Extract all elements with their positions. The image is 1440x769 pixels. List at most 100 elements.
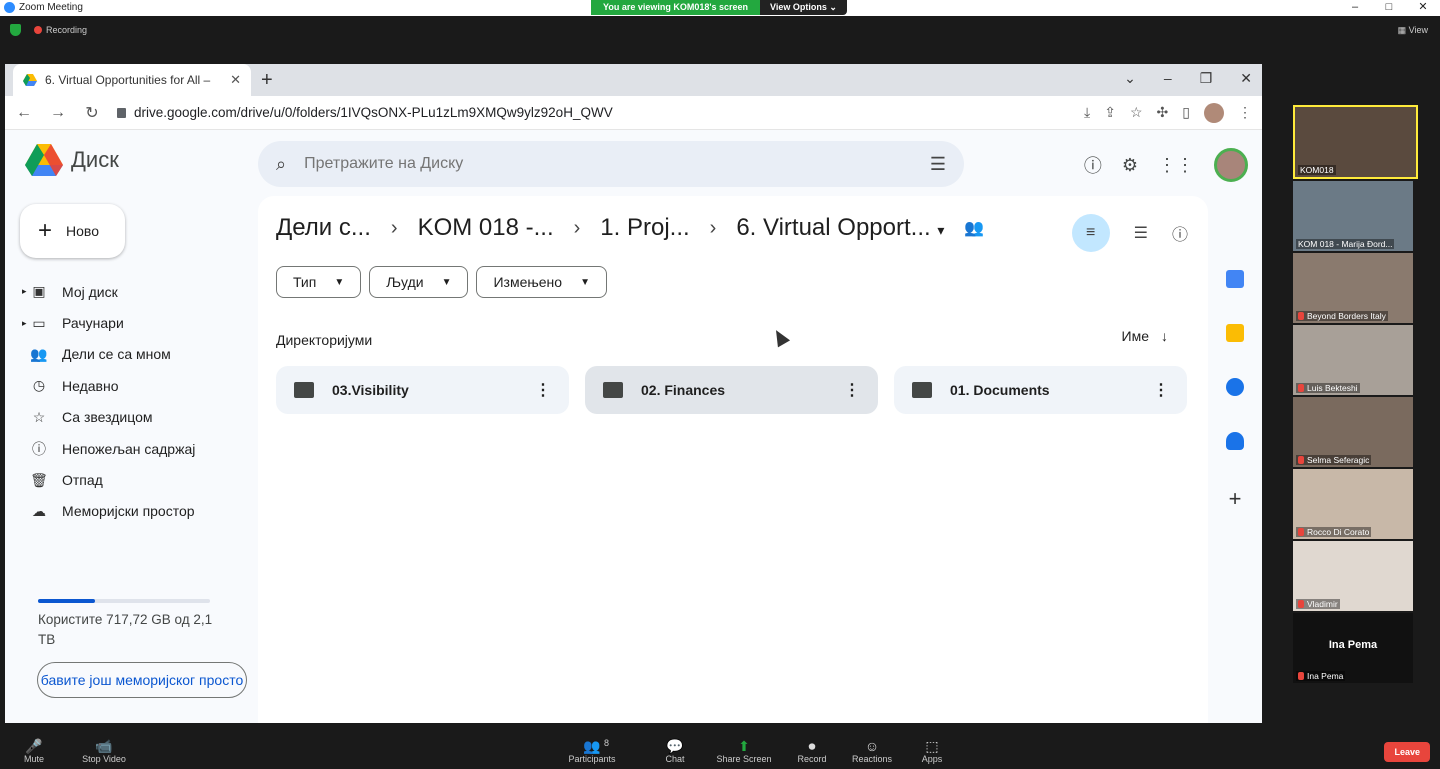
folder-item[interactable]: 02. Finances ⋮ <box>585 366 878 414</box>
close-window-button[interactable]: ✕ <box>1406 0 1440 14</box>
participant-video-tile[interactable]: KOM 018 - Marija Đord... <box>1293 181 1413 251</box>
filter-icon[interactable]: ≡ <box>1071 214 1110 252</box>
shared-folder-icon <box>294 382 314 398</box>
keep-icon[interactable] <box>1226 324 1244 342</box>
browser-close-button[interactable]: ✕ <box>1240 70 1252 87</box>
contacts-icon[interactable] <box>1226 432 1244 450</box>
extensions-puzzle-icon[interactable]: ✣ <box>1157 104 1169 121</box>
expand-arrow-icon[interactable]: ▸ <box>22 318 27 329</box>
mute-button[interactable]: 🎤 Mute <box>4 738 64 764</box>
drive-search-bar[interactable]: ⌕ ☰ <box>258 141 964 187</box>
record-button[interactable]: ⏺ Record <box>782 738 842 764</box>
folder-item[interactable]: 03.Visibility ⋮ <box>276 366 569 414</box>
view-button[interactable]: ▦ View <box>1398 25 1428 36</box>
sidebar-item[interactable]: ☁ Меморијски простор <box>30 496 250 527</box>
apps-grid-icon[interactable]: ⋮⋮ <box>1158 155 1194 176</box>
sidebar-item[interactable]: ⓘ Непожељан садржај <box>30 433 250 464</box>
recording-indicator[interactable]: Recording <box>34 25 87 35</box>
search-options-icon[interactable]: ☰ <box>930 154 946 175</box>
maximize-button[interactable]: □ <box>1372 0 1406 14</box>
modified-filter-chip[interactable]: Измењено ▼ <box>476 266 607 298</box>
profile-avatar[interactable] <box>1204 102 1224 123</box>
view-options-button[interactable]: View Options ⌄ <box>760 0 847 15</box>
account-avatar[interactable] <box>1214 148 1248 182</box>
more-options-icon[interactable]: ⋮ <box>535 380 551 400</box>
toolbar-button-label: Chat <box>665 754 685 764</box>
sidebar-item-label: Недавно <box>62 377 119 394</box>
search-input[interactable] <box>304 155 912 173</box>
participant-video-tile[interactable]: Ina Pema Ina Pema <box>1293 613 1413 683</box>
people-filter-chip[interactable]: Људи ▼ <box>369 266 469 298</box>
folder-item[interactable]: 01. Documents ⋮ <box>894 366 1187 414</box>
participant-name-label: Ina Pema <box>1296 671 1346 681</box>
sort-control[interactable]: Име ↓ <box>1122 328 1168 344</box>
forward-arrow-icon[interactable]: → <box>49 104 67 122</box>
participant-video-tile[interactable]: Rocco Di Corato <box>1293 469 1413 539</box>
reactions-button[interactable]: ☺ Reactions <box>842 738 902 764</box>
apps-button[interactable]: ⬚ Apps <box>902 738 962 764</box>
browser-window-controls: ⌄ – ❐ ✕ <box>1124 70 1252 87</box>
details-info-icon[interactable]: ⓘ <box>1172 221 1188 245</box>
sidebar-item[interactable]: ▸ ▭ Рачунари <box>22 307 250 338</box>
url-field[interactable]: drive.google.com/drive/u/0/folders/1IVQs… <box>117 105 1068 120</box>
add-addon-icon[interactable]: + <box>1221 486 1249 512</box>
settings-gear-icon[interactable]: ⚙ <box>1122 155 1138 176</box>
stop-video-button[interactable]: 📹 Stop Video <box>74 738 134 764</box>
browser-menu-icon[interactable]: ⋮ <box>1238 104 1252 121</box>
breadcrumb-item-current[interactable]: 6. Virtual Opport... ▾ <box>736 214 944 242</box>
participant-video-tile[interactable]: KOM018 <box>1293 105 1418 179</box>
plus-icon: + <box>38 217 53 244</box>
lock-icon[interactable] <box>117 107 126 118</box>
sort-label: Име <box>1121 328 1149 344</box>
new-tab-button[interactable]: + <box>261 69 273 92</box>
share-icon[interactable]: ⇪ <box>1104 104 1116 121</box>
participants-button[interactable]: 👥 Participants <box>562 738 622 764</box>
minimize-button[interactable]: – <box>1338 0 1372 14</box>
sidebar-item[interactable]: 🗑 Отпад <box>30 464 250 495</box>
side-panel-icon[interactable]: ▯ <box>1182 104 1190 121</box>
chevron-right-icon: › <box>390 216 398 239</box>
sidebar-item[interactable]: ☆ Са звездицом <box>30 402 250 433</box>
sidebar-item[interactable]: ◷ Недавно <box>30 370 250 401</box>
browser-tab[interactable]: 6. Virtual Opportunities for All – ✕ <box>13 64 251 96</box>
browser-minimize-button[interactable]: – <box>1164 70 1172 87</box>
more-options-icon[interactable]: ⋮ <box>1153 380 1169 400</box>
participant-video-tile[interactable]: Luis Bekteshi <box>1293 325 1413 395</box>
drive-logo[interactable]: Диск <box>25 144 119 176</box>
sidebar-item-label: Рачунари <box>62 315 124 332</box>
get-more-storage-button[interactable]: бавите још меморијског просто <box>37 662 247 698</box>
breadcrumb-item-project[interactable]: 1. Proj... <box>600 214 689 242</box>
participant-video-tile[interactable]: Vladimir <box>1293 541 1413 611</box>
shared-folder-people-icon[interactable]: 👥 <box>964 218 984 238</box>
expand-arrow-icon[interactable]: ▸ <box>22 286 27 297</box>
new-button-label: Ново <box>66 223 99 239</box>
tab-search-button[interactable]: ⌄ <box>1124 70 1136 87</box>
arrow-down-icon[interactable]: ↓ <box>1161 328 1168 344</box>
breadcrumb-item-shared[interactable]: Дели с... <box>276 214 371 242</box>
more-options-icon[interactable]: ⋮ <box>844 380 860 400</box>
reload-icon[interactable]: ↻ <box>83 103 101 123</box>
list-view-icon[interactable]: ☰ <box>1134 223 1148 243</box>
new-button[interactable]: + Ново <box>20 204 125 258</box>
bookmark-star-icon[interactable]: ☆ <box>1130 104 1143 121</box>
share-screen-button[interactable]: ⬆ Share Screen <box>714 738 774 764</box>
calendar-icon[interactable] <box>1226 270 1244 288</box>
security-shield-icon[interactable] <box>10 24 21 36</box>
breadcrumb-item-kom018[interactable]: KOM 018 -... <box>418 214 554 242</box>
leave-button[interactable]: Leave <box>1384 742 1430 762</box>
help-icon[interactable]: ⓘ <box>1084 152 1102 178</box>
tasks-icon[interactable] <box>1226 378 1244 396</box>
tab-close-icon[interactable]: ✕ <box>230 72 241 88</box>
participant-video-tile[interactable]: Selma Seferagic <box>1293 397 1413 467</box>
toolbar-button-label: Apps <box>921 754 943 764</box>
install-icon[interactable]: ⤓ <box>1084 104 1090 121</box>
browser-restore-button[interactable]: ❐ <box>1200 70 1213 87</box>
back-arrow-icon[interactable]: ← <box>15 104 33 122</box>
search-icon[interactable]: ⌕ <box>276 154 286 175</box>
type-filter-chip[interactable]: Тип ▼ <box>276 266 362 298</box>
my-drive-icon: ▣ <box>32 283 46 300</box>
sidebar-item[interactable]: 👥 Дели се са мном <box>30 339 250 370</box>
sidebar-item[interactable]: ▸ ▣ Мој диск <box>22 276 250 307</box>
chat-button[interactable]: 💬 Chat <box>645 738 705 764</box>
participant-video-tile[interactable]: Beyond Borders Italy <box>1293 253 1413 323</box>
